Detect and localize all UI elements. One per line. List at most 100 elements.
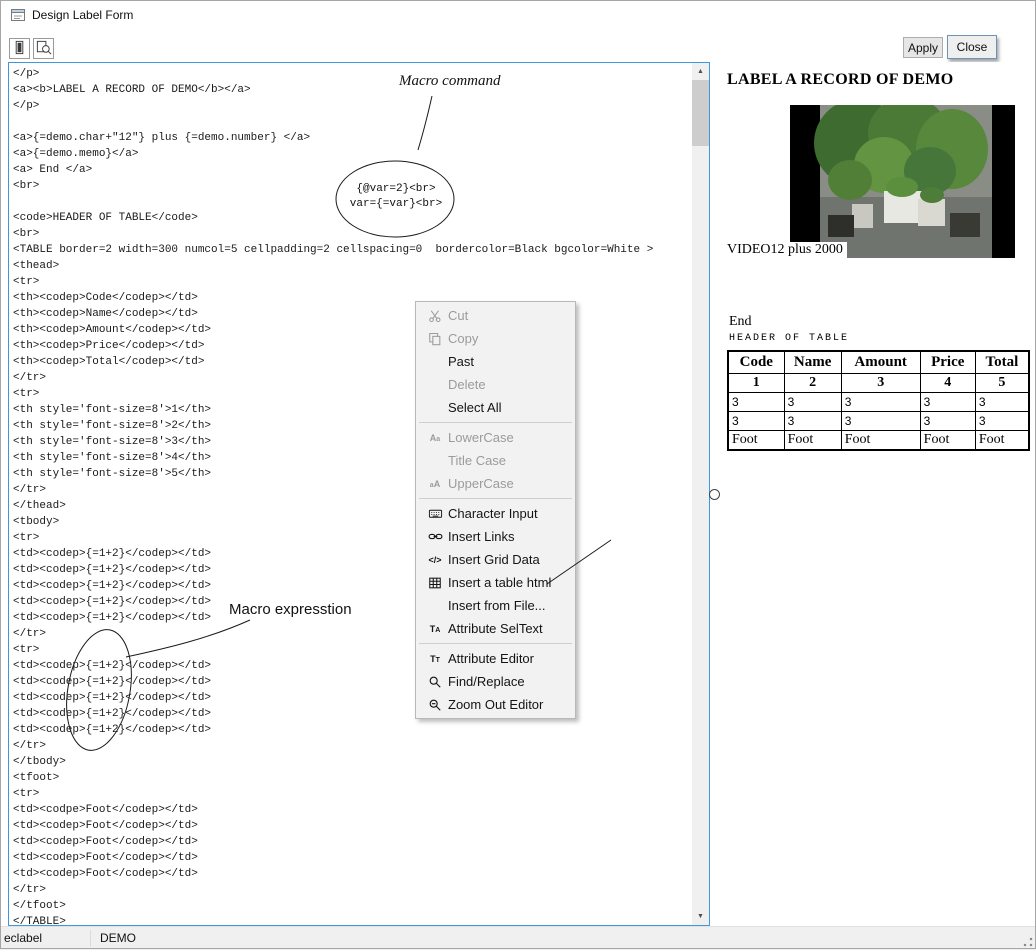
editor-scrollbar[interactable]: ▲ ▼ — [692, 63, 709, 925]
editor-line: </tr> — [13, 482, 691, 498]
scroll-thumb[interactable] — [692, 80, 709, 146]
table-header-cell: 4 — [920, 374, 975, 393]
menu-item-label: Attribute Editor — [448, 651, 534, 666]
menu-separator — [419, 422, 572, 423]
menu-item-past[interactable]: Past — [416, 350, 575, 373]
search-icon — [422, 674, 448, 690]
menu-item-label: Insert from File... — [448, 598, 546, 613]
editor-line: </tr> — [13, 882, 691, 898]
table-cell: Foot — [728, 431, 784, 451]
menu-item-label: Title Case — [448, 453, 506, 468]
menu-item-label: Attribute SelText — [448, 621, 543, 636]
editor-line: <td><codep>{=1+2}</codep></td> — [13, 706, 691, 722]
no-icon — [422, 598, 448, 614]
table-cell: 3 — [841, 412, 920, 431]
code-editor[interactable]: </p><a><b>LABEL A RECORD OF DEMO</b></a>… — [8, 62, 710, 926]
editor-line: <td><codep>Foot</codep></td> — [13, 818, 691, 834]
magnifier-page-icon-button[interactable] — [33, 38, 54, 59]
menu-item-find-replace[interactable]: Find/Replace — [416, 670, 575, 693]
resize-grip-icon[interactable] — [1021, 935, 1034, 948]
table-cell: 3 — [975, 412, 1029, 431]
menu-item-attribute-seltext[interactable]: TAAttribute SelText — [416, 617, 575, 640]
menu-item-select-all[interactable]: Select All — [416, 396, 575, 419]
editor-line: </tr> — [13, 626, 691, 642]
editor-line: <td><codep>{=1+2}</codep></td> — [13, 658, 691, 674]
editor-line: <th style='font-size=8'>1</th> — [13, 402, 691, 418]
table-header-cell: Code — [728, 351, 784, 374]
table-cell: 3 — [920, 412, 975, 431]
preview-photo — [790, 105, 1015, 258]
editor-line — [13, 114, 691, 130]
preview-caption: VIDEO12 plus 2000 — [727, 242, 847, 258]
table-cell: Foot — [841, 431, 920, 451]
magnifier-page-icon — [35, 39, 52, 59]
status-divider — [90, 930, 91, 947]
menu-item-insert-a-table-html[interactable]: Insert a table html — [416, 571, 575, 594]
editor-line: <td><codep>{=1+2}</codep></td> — [13, 690, 691, 706]
editor-line: <td><codep>{=1+2}</codep></td> — [13, 562, 691, 578]
menu-item-insert-links[interactable]: Insert Links — [416, 525, 575, 548]
editor-line: <td><codep>{=1+2}</codep></td> — [13, 546, 691, 562]
editor-line: <tr> — [13, 530, 691, 546]
editor-line: <tbody> — [13, 514, 691, 530]
table-header-cell: Price — [920, 351, 975, 374]
menu-item-label: Find/Replace — [448, 674, 525, 689]
menu-item-attribute-editor[interactable]: TTAttribute Editor — [416, 647, 575, 670]
menu-item-label: Insert Links — [448, 529, 514, 544]
lowercase-icon: Aa — [422, 430, 448, 446]
editor-line: <a><b>LABEL A RECORD OF DEMO</b></a> — [13, 82, 691, 98]
table-cell: Foot — [920, 431, 975, 451]
menu-item-label: Character Input — [448, 506, 538, 521]
window-title: Design Label Form — [32, 0, 133, 30]
table-header-cell: Total — [975, 351, 1029, 374]
editor-line: <th><codep>Price</codep></td> — [13, 338, 691, 354]
no-icon — [422, 377, 448, 393]
menu-item-label: UpperCase — [448, 476, 514, 491]
editor-line: <tr> — [13, 386, 691, 402]
editor-line: </p> — [13, 98, 691, 114]
editor-line: <td><codep>{=1+2}</codep></td> — [13, 674, 691, 690]
no-icon — [422, 354, 448, 370]
scroll-down-button[interactable]: ▼ — [692, 908, 709, 925]
editor-line: <a>{=demo.memo}</a> — [13, 146, 691, 162]
title-bar: Design Label Form — [0, 0, 1036, 30]
table-subheader-row: 12345 — [728, 374, 1029, 393]
table-header-cell: Amount — [841, 351, 920, 374]
editor-line: <tfoot> — [13, 770, 691, 786]
app-icon — [10, 7, 26, 23]
menu-item-zoom-out-editor[interactable]: Zoom Out Editor — [416, 693, 575, 716]
copy-icon — [422, 331, 448, 347]
editor-line: <td><codep>{=1+2}</codep></td> — [13, 722, 691, 738]
context-menu: CutCopyPastDeleteSelect AllAaLowerCaseTi… — [415, 301, 576, 719]
portrait-page-icon-button[interactable] — [9, 38, 30, 59]
table-cell: 3 — [975, 393, 1029, 412]
editor-line: <TABLE border=2 width=300 numcol=5 cellp… — [13, 242, 691, 258]
preview-table-caption: HEADER OF TABLE — [729, 333, 849, 344]
preview-table: CodeNameAmountPriceTotal123453333333333F… — [727, 350, 1030, 451]
menu-item-title-case: Title Case — [416, 449, 575, 472]
menu-item-insert-from-file[interactable]: Insert from File... — [416, 594, 575, 617]
menu-item-character-input[interactable]: Character Input — [416, 502, 575, 525]
status-bar: eclabel DEMO — [0, 926, 1036, 950]
table-cell: 3 — [920, 393, 975, 412]
editor-content: </p><a><b>LABEL A RECORD OF DEMO</b></a>… — [13, 66, 691, 925]
editor-line: <thead> — [13, 258, 691, 274]
menu-item-label: Past — [448, 354, 474, 369]
menu-item-label: LowerCase — [448, 430, 514, 445]
status-left: eclabel — [4, 927, 42, 950]
apply-button[interactable]: Apply — [903, 37, 943, 58]
scroll-up-button[interactable]: ▲ — [692, 63, 709, 80]
editor-line: </thead> — [13, 498, 691, 514]
menu-item-label: Copy — [448, 331, 478, 346]
menu-item-copy: Copy — [416, 327, 575, 350]
keyboard-icon — [422, 506, 448, 522]
editor-line: </tbody> — [13, 754, 691, 770]
editor-line: <td><codep>{=1+2}</codep></td> — [13, 610, 691, 626]
editor-line: </p> — [13, 66, 691, 82]
menu-item-insert-grid-data[interactable]: </>Insert Grid Data — [416, 548, 575, 571]
splitter-handle[interactable] — [709, 489, 720, 500]
menu-item-label: Select All — [448, 400, 501, 415]
close-button[interactable]: Close — [947, 35, 997, 59]
editor-line: <br> — [13, 178, 691, 194]
table-icon — [422, 575, 448, 591]
